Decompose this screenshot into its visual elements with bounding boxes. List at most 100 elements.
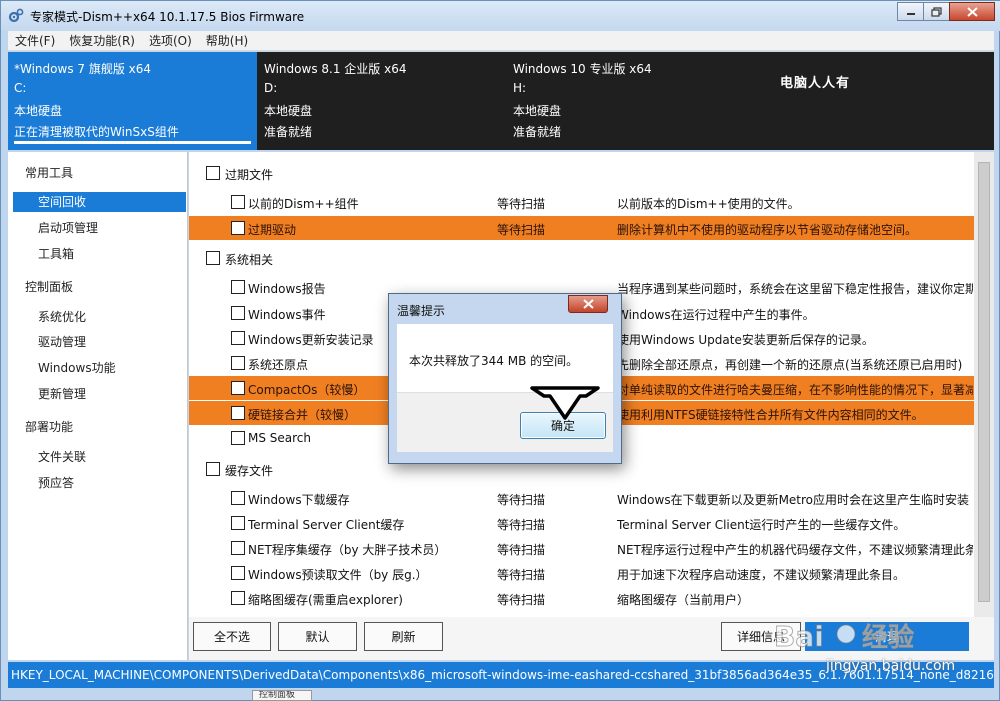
item-checkbox[interactable] [231, 491, 245, 505]
item-name: Windows下载缓存 [248, 493, 350, 507]
sidebar-item[interactable]: 空间回收 [13, 192, 186, 212]
list-item[interactable]: NET程序集缓存（by 大胖子技术员） 等待扫描 NET程序运行过程中产生的机器代码… [189, 536, 974, 560]
item-description: Windows在下载更新以及更新Metro应用时会在这里产生临时安装 [617, 493, 970, 507]
list-item[interactable]: Windows下载缓存 等待扫描 Windows在下载更新以及更新Metro应用时会… [189, 486, 974, 510]
info-dialog: 温馨提示 本次共释放了344 MB 的空间。 确定 [388, 293, 622, 464]
item-status: 等待扫描 [497, 197, 546, 211]
sidebar-item[interactable]: 启动项管理 [13, 218, 186, 238]
close-icon [582, 299, 594, 309]
image-type: 本地硬盘 [513, 104, 562, 118]
item-checkbox[interactable] [231, 406, 245, 420]
item-status: 等待扫描 [497, 543, 546, 557]
image-type: 本地硬盘 [14, 104, 63, 118]
item-checkbox[interactable] [231, 280, 245, 294]
list-item[interactable]: Windows预读取文件（by 辰g.） 等待扫描 用于加速下次程序启动速度，不建议… [189, 561, 974, 585]
menu-item[interactable]: 恢复功能(R) [62, 32, 142, 49]
item-checkbox[interactable] [231, 591, 245, 605]
item-checkbox[interactable] [231, 356, 245, 370]
image-tab[interactable]: Windows 10 专业版 x64 H: 本地硬盘 准备就绪 [507, 52, 755, 150]
sidebar-item[interactable]: 预应答 [13, 473, 186, 493]
item-name: Windows事件 [248, 308, 326, 322]
sidebar-item[interactable]: 更新管理 [13, 384, 186, 404]
image-type: 本地硬盘 [264, 104, 313, 118]
list-item[interactable]: 过期驱动 等待扫描 删除计算机中不使用的驱动程序以节省驱动存储池空间。 [189, 216, 974, 240]
group-label: 缓存文件 [225, 464, 274, 478]
item-checkbox[interactable] [231, 195, 245, 209]
group-label: 过期文件 [225, 168, 274, 182]
group-row[interactable]: 系统相关 [189, 246, 974, 270]
sidebar-item[interactable]: Windows功能 [13, 358, 186, 378]
svg-text:Bai: Bai [774, 620, 824, 653]
sidebar-item[interactable]: 文件关联 [13, 447, 186, 467]
restore-button[interactable] [923, 2, 950, 21]
minimize-button[interactable] [897, 2, 924, 21]
image-drive: D: [264, 81, 278, 95]
item-description: 当程序遇到某些问题时，系统会在这里留下稳定性报告，建议你定期 [617, 282, 973, 296]
vertical-scrollbar[interactable] [974, 152, 994, 617]
group-row[interactable]: 过期文件 [189, 161, 974, 185]
item-description: NET程序运行过程中产生的机器代码缓存文件，不建议频繁清理此条 [617, 543, 973, 557]
image-name: Windows 10 专业版 x64 [513, 62, 652, 76]
item-checkbox[interactable] [231, 516, 245, 530]
sidebar-item[interactable]: 工具箱 [13, 244, 186, 264]
close-button[interactable] [949, 2, 995, 21]
item-name: 系统还原点 [248, 358, 309, 372]
dialog-close-button[interactable] [568, 295, 608, 313]
list-item[interactable]: 以前的Dism++组件 等待扫描 以前版本的Dism++使用的文件。 [189, 190, 974, 214]
group-checkbox[interactable] [206, 166, 220, 180]
item-status: 等待扫描 [497, 593, 546, 607]
group-checkbox[interactable] [206, 251, 220, 265]
image-name: Windows 8.1 企业版 x64 [264, 62, 407, 76]
nav-group-label: 常用工具 [25, 166, 74, 180]
list-item[interactable]: Terminal Server Client缓存 等待扫描 Terminal Ser… [189, 511, 974, 535]
item-description: 以前版本的Dism++使用的文件。 [617, 197, 800, 211]
item-checkbox[interactable] [231, 381, 245, 395]
default-button[interactable]: 默认 [278, 622, 357, 651]
item-description: Windows在运行过程中产生的事件。 [617, 308, 815, 322]
gear-icon [8, 8, 24, 23]
group-checkbox[interactable] [206, 462, 220, 476]
item-status: 等待扫描 [497, 493, 546, 507]
image-tab[interactable]: Windows 8.1 企业版 x64 D: 本地硬盘 准备就绪 [258, 52, 506, 150]
sidebar-item[interactable]: 系统优化 [13, 307, 186, 327]
item-checkbox[interactable] [231, 221, 245, 235]
menu-item[interactable]: 文件(F) [8, 32, 62, 49]
scroll-thumb[interactable] [978, 162, 990, 602]
menu-item[interactable]: 帮助(H) [199, 32, 255, 49]
image-drive: H: [513, 81, 527, 95]
refresh-button[interactable]: 刷新 [364, 622, 443, 651]
nav-group-label: 部署功能 [25, 420, 74, 434]
item-checkbox[interactable] [231, 331, 245, 345]
item-description: Terminal Server Client运行时产生的一些缓存文件。 [617, 518, 906, 532]
image-tab[interactable]: *Windows 7 旗舰版 x64 C: 本地硬盘正在清理被取代的WinSxS组件 [8, 52, 257, 150]
sidebar: 常用工具空间回收启动项管理工具箱控制面板系统优化驱动管理 Windows功能 更新管… [8, 152, 188, 660]
down-arrow-icon [530, 386, 600, 420]
item-name: Terminal Server Client缓存 [248, 518, 405, 532]
item-status: 等待扫描 [497, 223, 546, 237]
tooltip: 控制面板 [252, 690, 312, 701]
nav-group-label: 控制面板 [25, 280, 74, 294]
sidebar-item[interactable]: 驱动管理 [13, 332, 186, 352]
menu-item[interactable]: 选项(O) [142, 32, 199, 49]
svg-text:经验: 经验 [862, 622, 914, 653]
item-description: 用于加速下次程序启动速度，不建议频繁清理此条目。 [617, 568, 906, 582]
item-name: 过期驱动 [248, 223, 297, 237]
list-item[interactable]: 缩略图缓存(需重启explorer) 等待扫描 缩略图缓存（当前用户） [189, 586, 974, 610]
select-none-button[interactable]: 全不选 [193, 622, 271, 651]
image-status: 正在清理被取代的WinSxS组件 [14, 125, 179, 139]
title-bar[interactable]: 专家模式-Dism++x64 10.1.17.5 Bios Firmware [1, 1, 1000, 31]
item-checkbox[interactable] [231, 566, 245, 580]
window-controls [897, 2, 995, 21]
image-drive: C: [14, 81, 27, 95]
close-icon [966, 6, 978, 17]
window-title: 专家模式-Dism++x64 10.1.17.5 Bios Firmware [30, 10, 305, 24]
baidu-watermark-logo: Bai 经验 [774, 620, 915, 654]
image-name: *Windows 7 旗舰版 x64 [14, 62, 152, 76]
dialog-message: 本次共释放了344 MB 的空间。 [409, 354, 579, 368]
item-checkbox[interactable] [231, 306, 245, 320]
item-checkbox[interactable] [231, 541, 245, 555]
item-description: 使用利用NTFS硬链接特性合并所有文件内容相同的文件。 [617, 408, 924, 422]
item-description: 删除计算机中不使用的驱动程序以节省驱动存储池空间。 [617, 223, 918, 237]
item-description: 使用Windows Update安装更新后保存的记录。 [617, 333, 874, 347]
item-checkbox[interactable] [231, 431, 245, 445]
